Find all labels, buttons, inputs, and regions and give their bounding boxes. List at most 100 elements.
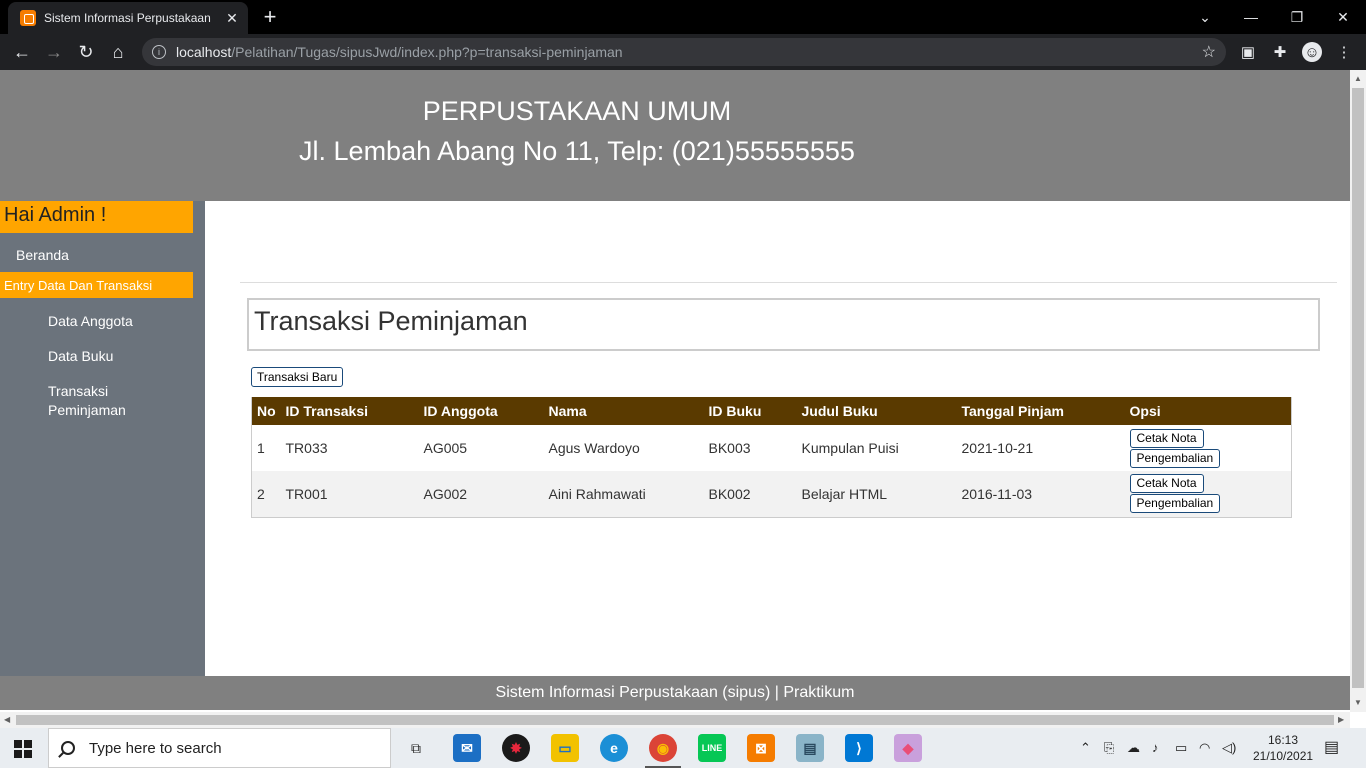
line-icon[interactable]: LINE [698,734,726,762]
table-row: 2 TR001 AG002 Aini Rahmawati BK002 Belaj… [251,471,1292,517]
clock-time: 16:13 [1267,733,1299,747]
edge-icon[interactable]: e [600,734,628,762]
minimize-icon[interactable]: — [1228,0,1274,34]
browser-tab[interactable]: Sistem Informasi Perpustakaan ✕ [8,2,248,34]
tray-chevron-icon[interactable]: ⌃ [1080,740,1091,756]
taskbar-search-input[interactable]: Type here to search [48,728,391,768]
return-button[interactable]: Pengembalian [1129,448,1221,468]
page-footer: Sistem Informasi Perpustakaan (sipus) | … [0,676,1350,710]
home-icon[interactable]: ⌂ [106,40,130,64]
horizontal-scroll-thumb[interactable] [16,715,1334,725]
meet-now-icon[interactable]: ⎘ [1104,740,1114,756]
cell-id-anggota: AG005 [418,425,544,471]
tab-search-icon[interactable]: ⌄ [1182,0,1228,34]
system-clock[interactable]: 16:13 21/10/2021 [1253,732,1313,764]
windows-taskbar: Type here to search ⧉ ✉ ✸ ▭ e ◉ LINE ⊠ ▤… [0,728,1366,768]
scroll-down-icon[interactable]: ▼ [1354,698,1362,707]
url-path: /Pelatihan/Tugas/sipusJwd/index.php?p=tr… [231,44,623,60]
wifi-icon[interactable]: ◠ [1199,740,1210,756]
start-windows-icon[interactable] [14,740,32,758]
scroll-right-icon[interactable]: ▶ [1338,715,1344,724]
cell-no: 1 [251,425,281,471]
tab-close-icon[interactable]: ✕ [222,10,242,27]
cell-judul-buku: Belajar HTML [796,471,957,517]
notification-icon[interactable]: ▤ [1324,737,1339,757]
extension-icon[interactable]: ▣ [1238,42,1258,62]
table-row: 1 TR033 AG005 Agus Wardoyo BK003 Kumpula… [251,425,1292,471]
window-controls: ⌄ — ❐ ✕ [1182,0,1366,34]
menu-dots-icon[interactable]: ⋮ [1334,42,1354,62]
column-header: Judul Buku [796,397,957,425]
library-title: PERPUSTAKAAN UMUM [422,96,732,126]
vertical-scrollbar[interactable]: ▲ ▼ [1350,70,1366,712]
page-title: Transaksi Peminjaman [247,298,1320,351]
web-page: PERPUSTAKAAN UMUM Jl. Lembah Abang No 11… [0,70,1350,712]
column-header: No [251,397,281,425]
back-icon[interactable]: ← [10,40,34,64]
column-header: Opsi [1124,397,1292,425]
app-icon[interactable]: ◆ [894,734,922,762]
column-header: ID Transaksi [280,397,419,425]
puzzle-icon[interactable]: ✚ [1270,42,1290,62]
sidebar-item-transaksi[interactable]: Transaksi [48,383,108,399]
notepad-icon[interactable]: ▤ [796,734,824,762]
search-icon [61,741,75,755]
print-receipt-button[interactable]: Cetak Nota [1129,474,1204,494]
browser-tabstrip: Sistem Informasi Perpustakaan ✕ + ⌄ — ❐ … [0,0,1366,34]
column-header: ID Anggota [418,397,544,425]
battery-icon[interactable]: ▭ [1175,740,1187,756]
return-button[interactable]: Pengembalian [1129,494,1221,514]
search-placeholder: Type here to search [89,739,222,757]
scroll-up-icon[interactable]: ▲ [1354,74,1362,83]
vertical-scroll-thumb[interactable] [1352,88,1364,688]
game-app-icon[interactable]: ✸ [502,734,530,762]
cell-tanggal-pinjam: 2021-10-21 [956,425,1125,471]
clock-date: 21/10/2021 [1253,749,1314,763]
cell-opsi: Cetak Nota Pengembalian [1124,471,1292,517]
mail-icon[interactable]: ✉ [453,734,481,762]
print-receipt-button[interactable]: Cetak Nota [1129,428,1204,448]
page-header: PERPUSTAKAAN UMUM Jl. Lembah Abang No 11… [0,70,1350,201]
cell-tanggal-pinjam: 2016-11-03 [956,471,1125,517]
sidebar-item-peminjaman[interactable]: Peminjaman [48,402,126,418]
xampp-icon[interactable]: ⊠ [747,734,775,762]
restore-icon[interactable]: ❐ [1274,0,1320,34]
cell-no: 2 [251,471,281,517]
microphone-icon[interactable]: ♪ [1152,740,1159,755]
cell-judul-buku: Kumpulan Puisi [796,425,957,471]
close-window-icon[interactable]: ✕ [1320,0,1366,34]
reload-icon[interactable]: ↻ [74,40,98,64]
file-explorer-icon[interactable]: ▭ [551,734,579,762]
divider [240,282,1337,283]
onedrive-icon[interactable]: ☁ [1127,740,1140,756]
volume-icon[interactable]: ◁) [1222,740,1236,756]
cell-id-buku: BK003 [703,425,797,471]
sidebar-item-beranda[interactable]: Beranda [16,247,69,263]
scroll-left-icon[interactable]: ◀ [4,715,10,724]
sidebar-section-entry: Entry Data Dan Transaksi [0,272,193,298]
xampp-favicon-icon [20,10,36,26]
address-bar[interactable]: i localhost /Pelatihan/Tugas/sipusJwd/in… [142,38,1226,66]
loan-table: No ID Transaksi ID Anggota Nama ID Buku … [251,397,1292,518]
info-icon[interactable]: i [152,45,166,59]
sidebar-item-data-buku[interactable]: Data Buku [48,348,113,364]
main-content: Transaksi Peminjaman Transaksi Baru No I… [205,201,1350,676]
new-transaction-button[interactable]: Transaksi Baru [251,367,344,387]
bookmark-star-icon[interactable]: ☆ [1202,42,1216,62]
cell-nama: Agus Wardoyo [543,425,704,471]
sidebar-item-data-anggota[interactable]: Data Anggota [48,313,133,329]
vscode-icon[interactable]: ⟩ [845,734,873,762]
cell-nama: Aini Rahmawati [543,471,704,517]
browser-toolbar: ← → ↻ ⌂ i localhost /Pelatihan/Tugas/sip… [0,34,1366,70]
new-tab-icon[interactable]: + [258,4,282,30]
cell-id-transaksi: TR001 [280,471,419,517]
horizontal-scrollbar[interactable]: ◀ ▶ [0,712,1350,728]
cell-id-anggota: AG002 [418,471,544,517]
cell-id-buku: BK002 [703,471,797,517]
chrome-icon[interactable]: ◉ [649,734,677,762]
task-view-icon[interactable]: ⧉ [402,734,430,762]
profile-avatar-icon[interactable]: ☺ [1302,42,1322,62]
forward-icon[interactable]: → [42,40,66,64]
cell-id-transaksi: TR033 [280,425,419,471]
sidebar: Hai Admin ! Beranda Entry Data Dan Trans… [0,201,205,676]
